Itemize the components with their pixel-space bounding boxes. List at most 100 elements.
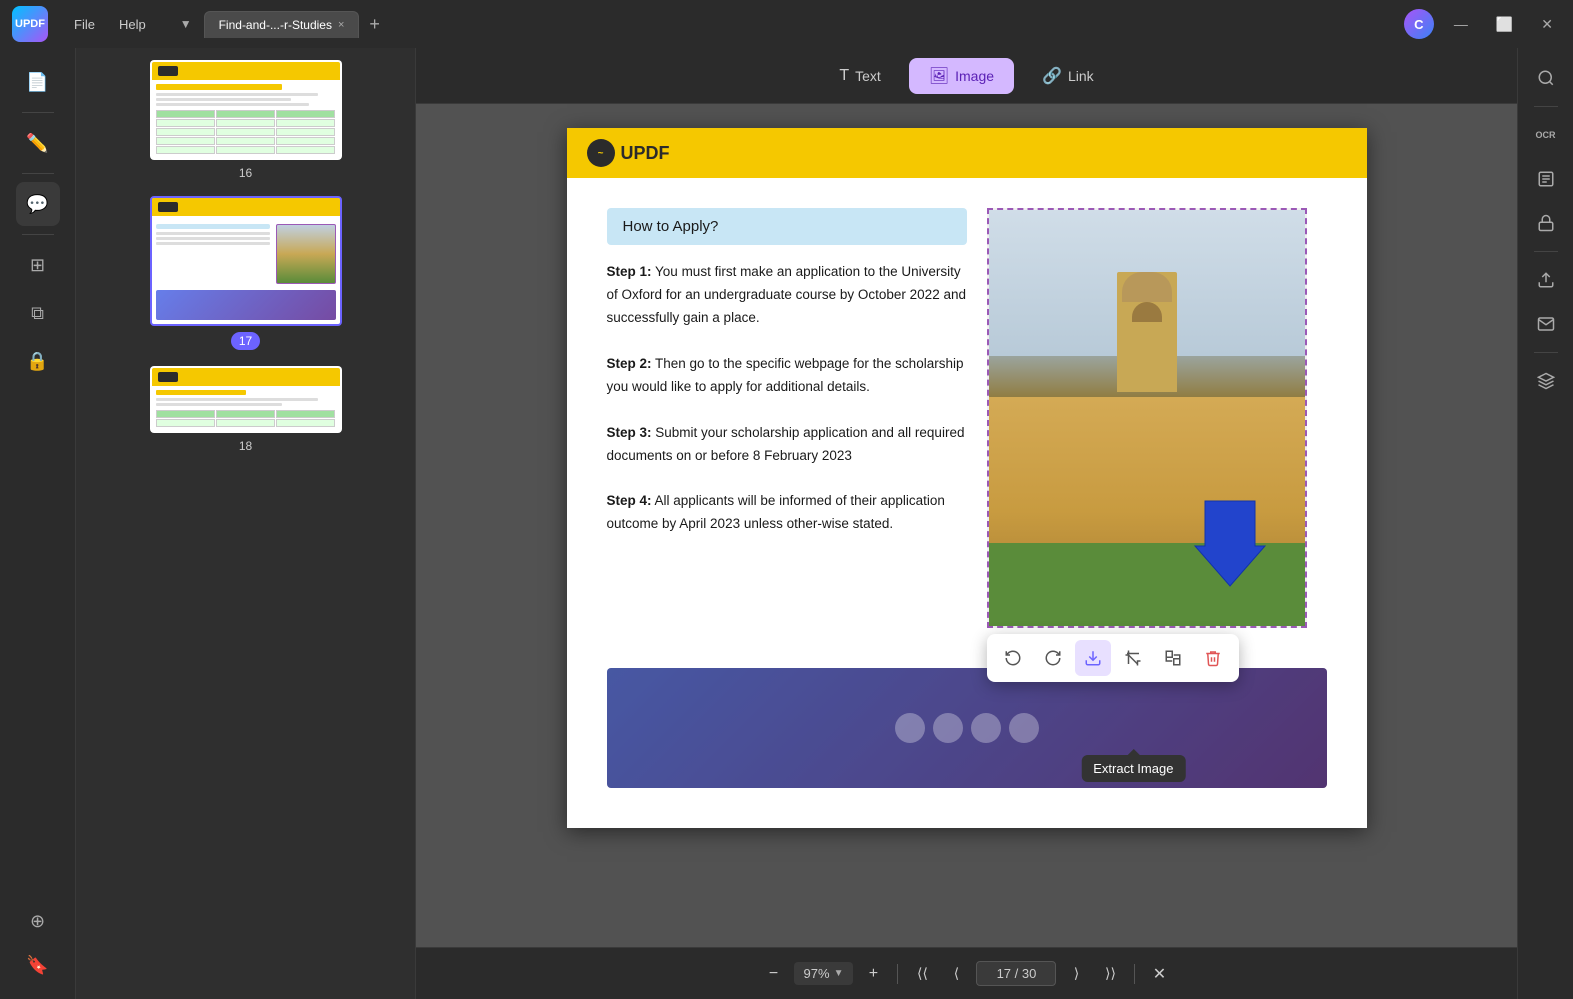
right-scan-icon[interactable]	[1528, 161, 1564, 197]
thumb-text-16	[156, 93, 336, 106]
nav-prev-btn[interactable]: ⟨	[942, 960, 970, 988]
zoom-out-btn[interactable]: −	[760, 960, 788, 988]
sidebar-divider-3	[22, 234, 54, 235]
thumb-line	[156, 103, 309, 106]
person-2	[933, 713, 963, 743]
sidebar-divider-1	[22, 112, 54, 113]
img-replace-btn[interactable]	[1155, 640, 1191, 676]
thumb-header-17	[152, 198, 340, 216]
nav-last-btn[interactable]: ⟩⟩	[1096, 960, 1124, 988]
right-share-icon[interactable]	[1528, 262, 1564, 298]
step2-text: Then go to the specific webpage for the …	[607, 356, 964, 394]
zoom-dropdown-icon: ▼	[834, 968, 844, 979]
link-tool-btn[interactable]: 🔗 Link	[1022, 58, 1114, 94]
thumbnail-page-18[interactable]: 18	[88, 366, 403, 453]
right-email-icon[interactable]	[1528, 306, 1564, 342]
img-delete-btn[interactable]	[1195, 640, 1231, 676]
tab-add-btn[interactable]: +	[363, 14, 386, 35]
thumb-header-18	[152, 368, 340, 386]
sidebar-bottom: ⊕ 🔖	[16, 899, 60, 987]
sidebar-comment-icon[interactable]: 💬	[16, 182, 60, 226]
img-rotate-left-btn[interactable]	[995, 640, 1031, 676]
right-protect-icon[interactable]	[1528, 205, 1564, 241]
maximize-btn[interactable]: ⬜	[1488, 12, 1521, 37]
page-input[interactable]	[976, 961, 1056, 986]
selected-image-box[interactable]	[987, 208, 1307, 628]
tab-close-btn[interactable]: ×	[338, 19, 344, 31]
image-tool-label: Image	[955, 68, 994, 84]
thumb-card-18[interactable]	[150, 366, 342, 433]
sidebar-organize-icon[interactable]: ⊞	[16, 243, 60, 287]
right-search-icon[interactable]	[1528, 60, 1564, 96]
nav-first-btn[interactable]: ⟨⟨	[908, 960, 936, 988]
second-image-container	[607, 668, 1327, 788]
page-header-bar: ~ UPDF	[567, 128, 1367, 178]
edit-toolbar: T Text 🖼 Image 🔗 Link	[416, 48, 1517, 104]
step3-text: Submit your scholarship application and …	[607, 425, 965, 463]
sidebar-copy-icon[interactable]: ⧉	[16, 291, 60, 335]
step3-label: Step 3:	[607, 425, 652, 440]
app-logo: UPDF	[12, 6, 48, 42]
help-menu[interactable]: Help	[109, 13, 156, 36]
person-1	[895, 713, 925, 743]
right-ocr-icon[interactable]: OCR	[1528, 117, 1564, 153]
thumb-content-17	[152, 216, 340, 324]
titlebar-right: C — ⬜ ✕	[1404, 9, 1561, 39]
image-tool-icon: 🖼	[929, 66, 949, 86]
tooltip-text: Extract Image	[1093, 761, 1173, 776]
toolbar-close-btn[interactable]: ✕	[1145, 960, 1173, 988]
menu-bar: File Help	[64, 13, 156, 36]
zoom-level-display[interactable]: 97% ▼	[794, 962, 854, 985]
step-content: Step 1: You must first make an applicati…	[607, 261, 967, 536]
page-num-16: 16	[239, 166, 252, 180]
sidebar-layers-icon[interactable]: ⊕	[16, 899, 60, 943]
thumb-logo-16	[158, 66, 178, 76]
page-body: How to Apply? Step 1: You must first mak…	[567, 178, 1367, 658]
extract-image-tooltip: Extract Image	[1081, 755, 1185, 782]
thumb-line	[156, 98, 291, 101]
sidebar-security-icon[interactable]: 🔒	[16, 339, 60, 383]
pdf-viewer[interactable]: ~ UPDF How to Apply? Step 1:	[416, 104, 1517, 947]
sidebar-bookmark-icon[interactable]: 🔖	[16, 943, 60, 987]
step3-para: Step 3: Submit your scholarship applicat…	[607, 422, 967, 468]
right-image-area[interactable]: Extract Image	[987, 208, 1327, 628]
separator-2	[1134, 964, 1135, 984]
image-tool-btn[interactable]: 🖼 Image	[909, 58, 1014, 94]
person-4	[1009, 713, 1039, 743]
logo-icon: UPDF	[12, 6, 48, 42]
img-extract-btn[interactable]	[1075, 640, 1111, 676]
tab-dropdown-btn[interactable]: ▼	[172, 17, 200, 31]
thumb-card-17[interactable]	[150, 196, 342, 326]
how-to-box: How to Apply?	[607, 208, 967, 245]
thumb-logo-17	[158, 202, 178, 212]
zoom-percent: 97%	[804, 966, 830, 981]
text-tool-icon: T	[839, 67, 849, 85]
link-tool-icon: 🔗	[1042, 66, 1062, 86]
updf-logo-main: ~ UPDF	[587, 139, 670, 167]
pdf-page: ~ UPDF How to Apply? Step 1:	[567, 128, 1367, 828]
img-rotate-right-btn[interactable]	[1035, 640, 1071, 676]
thumbnail-page-17[interactable]: 17	[88, 196, 403, 350]
thumbnail-panel[interactable]: 16	[76, 48, 416, 999]
nav-next-btn[interactable]: ⟩	[1062, 960, 1090, 988]
sidebar-edit-icon[interactable]: ✏️	[16, 121, 60, 165]
thumb-card-16[interactable]	[150, 60, 342, 160]
right-backup-icon[interactable]	[1528, 363, 1564, 399]
img-crop-btn[interactable]	[1115, 640, 1151, 676]
active-tab[interactable]: Find-and-...-r-Studies ×	[204, 11, 360, 38]
sidebar-document-icon[interactable]: 📄	[16, 60, 60, 104]
close-btn[interactable]: ✕	[1533, 12, 1561, 37]
zoom-in-btn[interactable]: +	[859, 960, 887, 988]
left-sidebar: 📄 ✏️ 💬 ⊞ ⧉ 🔒 ⊕ 🔖	[0, 48, 76, 999]
text-tool-btn[interactable]: T Text	[819, 59, 900, 93]
avatar[interactable]: C	[1404, 9, 1434, 39]
person-3	[971, 713, 1001, 743]
main-area: 📄 ✏️ 💬 ⊞ ⧉ 🔒 ⊕ 🔖	[0, 48, 1573, 999]
right-divider-2	[1534, 251, 1558, 252]
file-menu[interactable]: File	[64, 13, 105, 36]
minimize-btn[interactable]: —	[1446, 12, 1476, 36]
text-tool-label: Text	[855, 68, 881, 84]
thumb-title-16	[156, 84, 282, 90]
thumb-header-16	[152, 62, 340, 80]
thumbnail-page-16[interactable]: 16	[88, 60, 403, 180]
